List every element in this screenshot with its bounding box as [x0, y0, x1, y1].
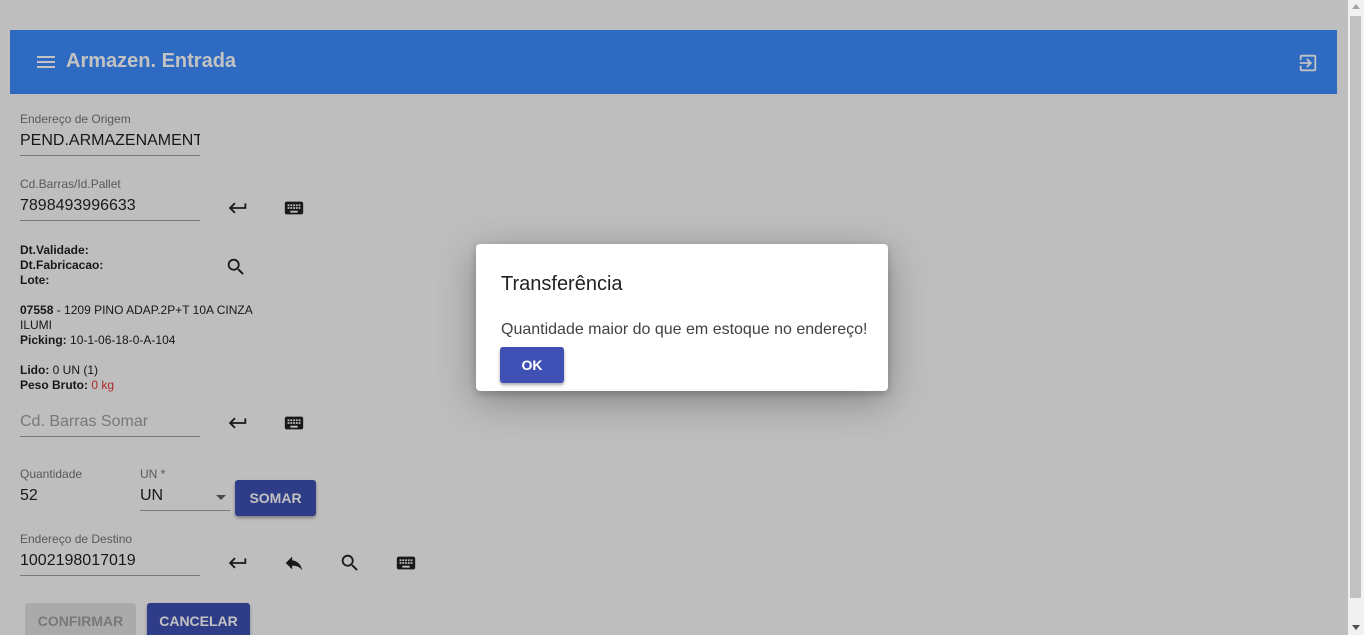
transfer-dialog: Transferência Quantidade maior do que em… — [476, 244, 888, 391]
vertical-scrollbar[interactable] — [1348, 0, 1364, 635]
ok-button[interactable]: OK — [500, 347, 564, 383]
scroll-up-arrow-icon[interactable] — [1352, 4, 1360, 9]
scrollbar-thumb[interactable] — [1350, 16, 1361, 598]
app-root: Armazen. Entrada Endereço de Origem PEND… — [0, 0, 1348, 635]
dialog-message: Quantidade maior do que em estoque no en… — [501, 321, 868, 338]
dialog-title: Transferência — [501, 273, 623, 295]
scroll-down-arrow-icon[interactable] — [1352, 625, 1360, 630]
